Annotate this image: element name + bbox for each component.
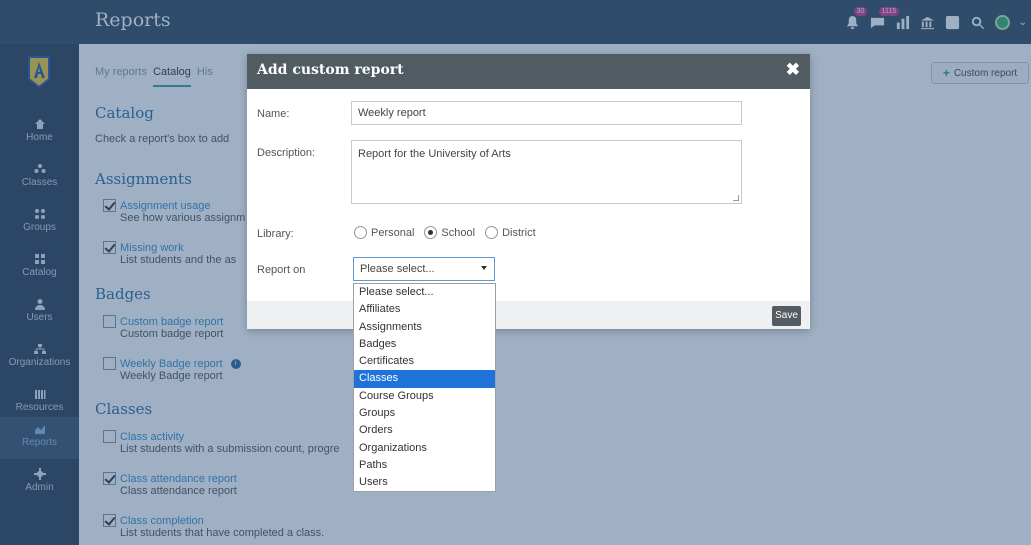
radio-personal[interactable]: Personal (354, 226, 414, 239)
option-please-select[interactable]: Please select... (354, 284, 495, 301)
option-certificates[interactable]: Certificates (354, 353, 495, 370)
radio-circle (354, 226, 367, 239)
option-badges[interactable]: Badges (354, 336, 495, 353)
dropdown-arrow-icon (481, 266, 487, 270)
description-label: Description: (257, 147, 316, 159)
library-radio-group: Personal School District (354, 226, 536, 239)
description-text: Report for the University of Arts (358, 148, 511, 160)
dialog-title: Add custom report (257, 62, 404, 78)
radio-label: School (441, 226, 476, 239)
save-button[interactable]: Save (772, 306, 801, 326)
description-field[interactable]: Report for the University of Arts (351, 140, 742, 204)
report-on-select[interactable]: Please select... (353, 257, 495, 281)
option-paths[interactable]: Paths (354, 457, 495, 474)
option-orders[interactable]: Orders (354, 422, 495, 439)
radio-circle (424, 226, 438, 239)
dialog-footer (247, 301, 810, 329)
option-groups[interactable]: Groups (354, 405, 495, 422)
option-course-groups[interactable]: Course Groups (354, 388, 495, 405)
option-affiliates[interactable]: Affiliates (354, 301, 495, 318)
option-assignments[interactable]: Assignments (354, 319, 495, 336)
resize-handle[interactable] (733, 195, 739, 201)
radio-school[interactable]: School (424, 226, 475, 239)
radio-circle (485, 226, 499, 239)
library-label: Library: (257, 228, 294, 240)
report-on-label: Report on (257, 264, 306, 276)
radio-district[interactable]: District (485, 226, 536, 239)
option-organizations[interactable]: Organizations (354, 440, 495, 457)
add-custom-report-dialog: Add custom report ✖ Name: Weekly report … (247, 54, 810, 329)
report-on-value: Please select... (360, 263, 435, 275)
option-classes[interactable]: Classes (354, 370, 495, 388)
name-field[interactable]: Weekly report (351, 101, 742, 125)
option-users[interactable]: Users (354, 474, 495, 491)
close-icon[interactable]: ✖ (786, 60, 800, 80)
report-on-options-list: Please select... Affiliates Assignments … (353, 283, 496, 492)
radio-label: District (502, 226, 536, 239)
dialog-header: Add custom report ✖ (247, 54, 810, 89)
name-label: Name: (257, 108, 290, 120)
radio-label: Personal (371, 226, 415, 239)
